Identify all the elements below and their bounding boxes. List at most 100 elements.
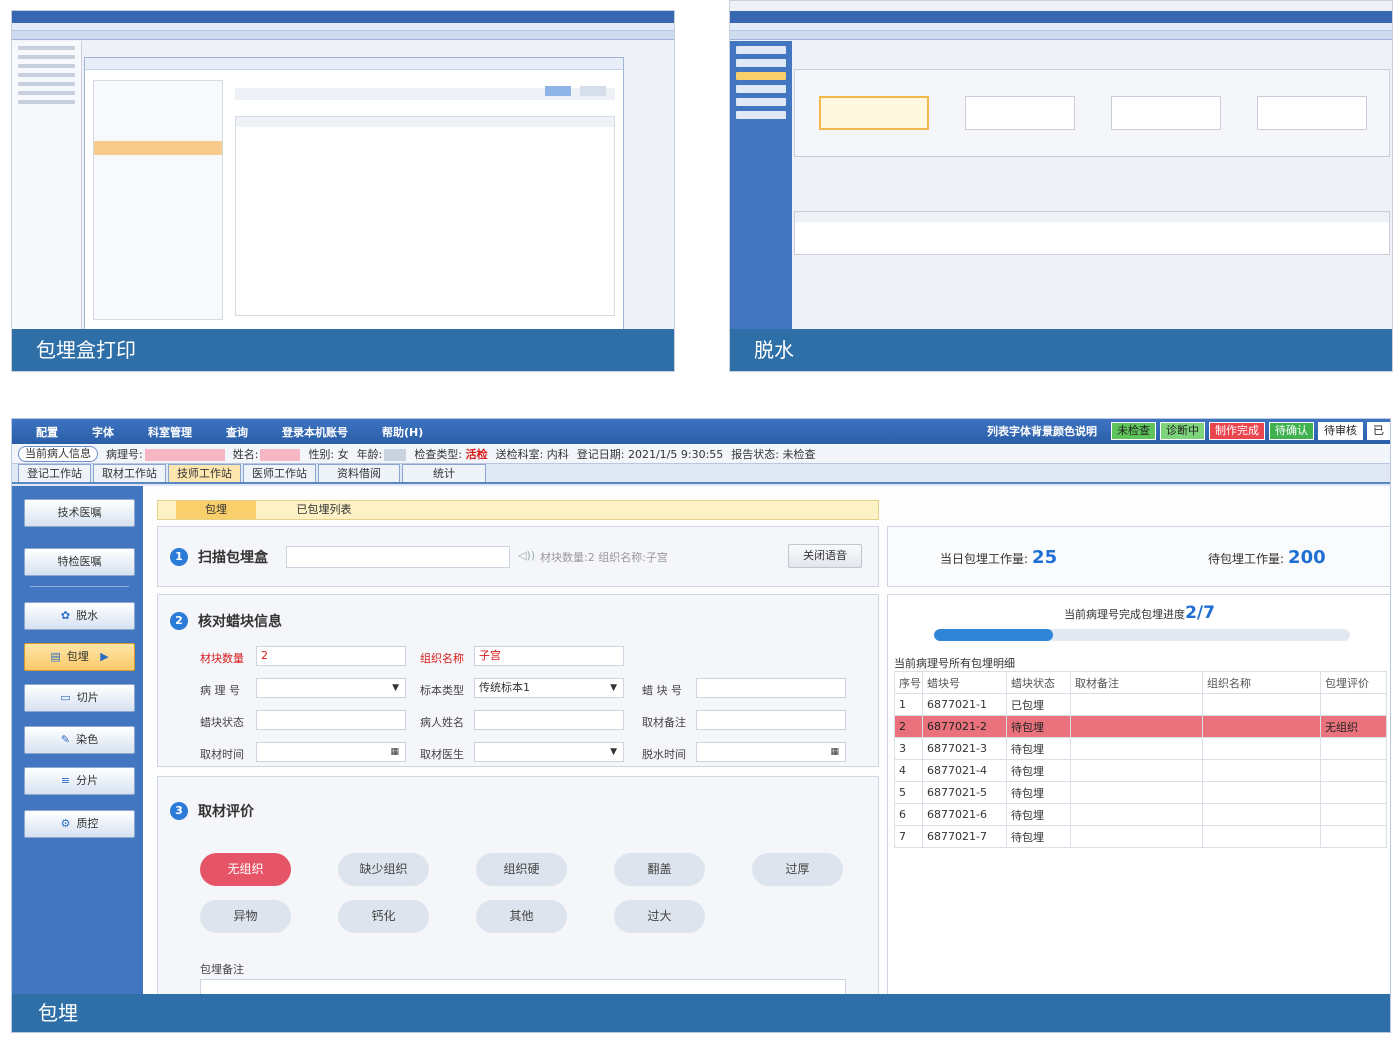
eval-option-other[interactable]: 其他	[476, 900, 567, 933]
tab-technician[interactable]: 技师工作站	[168, 464, 241, 482]
table-row[interactable]: 6 6877021-6 待包埋	[894, 803, 1387, 826]
table-row[interactable]: 3 6877021-3 待包埋	[894, 737, 1387, 760]
sidebar-item-dispatch[interactable]: ≡ 分片	[24, 767, 135, 795]
tab-registration[interactable]: 登记工作站	[18, 464, 91, 482]
subtab-embedded-list[interactable]: 已包埋列表	[264, 501, 384, 519]
masked-case-no	[144, 448, 225, 461]
step-number: 1	[170, 548, 188, 566]
sidebar-item-quality[interactable]: ⚙ 质控	[24, 810, 135, 838]
eval-option-missing-tissue[interactable]: 缺少组织	[338, 853, 429, 886]
sample-type-label: 标本类型	[420, 684, 464, 697]
status-badge: 待确认	[1269, 422, 1314, 440]
dehydration-time-label: 脱水时间	[642, 748, 686, 761]
table-cell	[1202, 825, 1321, 848]
table-cell	[1070, 737, 1203, 760]
scan-cassette-input[interactable]	[286, 546, 510, 568]
table-cell	[1320, 737, 1387, 760]
stats-panel: 当日包埋工作量: 25 待包埋工作量: 200	[887, 526, 1390, 587]
legend-title: 列表字体背景颜色说明	[987, 425, 1097, 438]
sidebar-item-label: 技术医嘱	[57, 506, 102, 519]
grossing-note-label: 取材备注	[642, 716, 686, 729]
tab-borrow[interactable]: 资料借阅	[318, 464, 400, 482]
table-row[interactable]: 4 6877021-4 待包埋	[894, 759, 1387, 782]
column-header: 蜡块号	[922, 671, 1007, 694]
dehydration-time-field[interactable]: ▦	[696, 742, 846, 762]
grossing-time-field[interactable]: ▦	[256, 742, 406, 762]
status-badge: 诊断中	[1160, 422, 1205, 440]
verify-panel: 2 核对蜡块信息 材块数量 2 组织名称 子宫 病 理 号 ▼ 标本类型 传统标…	[157, 594, 879, 767]
grossing-doctor-select[interactable]: ▼	[474, 742, 624, 762]
sectioning-icon: ▭	[60, 691, 71, 704]
eval-option-no-tissue[interactable]: 无组织	[200, 853, 291, 886]
table-cell	[1320, 759, 1387, 782]
tab-grossing[interactable]: 取材工作站	[93, 464, 166, 482]
report-status-value: 报告状态: 未检查	[731, 447, 816, 461]
case-no-select[interactable]: ▼	[256, 678, 406, 698]
eval-option-too-thick[interactable]: 过厚	[752, 853, 843, 886]
block-count-value: 2	[261, 649, 268, 662]
menu-query[interactable]: 查询	[226, 424, 248, 440]
table-cell: 5	[894, 781, 923, 804]
table-cell: 待包埋	[1006, 737, 1071, 760]
calendar-icon[interactable]: ▦	[830, 743, 839, 761]
column-header: 取材备注	[1070, 671, 1203, 694]
block-status-field[interactable]	[256, 710, 406, 730]
progress-label: 当前病理号完成包埋进度	[1064, 608, 1186, 621]
table-cell: 6	[894, 803, 923, 826]
menu-dept[interactable]: 科室管理	[148, 424, 192, 440]
sidebar-item-special-orders[interactable]: 特检医嘱	[24, 548, 135, 576]
status-badge: 制作完成	[1209, 422, 1265, 440]
eval-option-foreign-body[interactable]: 异物	[200, 900, 291, 933]
chevron-down-icon: ▼	[610, 747, 617, 757]
thumb-caption: 脱水	[730, 329, 1392, 371]
table-row[interactable]: 2 6877021-2 待包埋 无组织	[894, 715, 1387, 738]
thumb-left-panel	[12, 41, 82, 331]
detail-title: 当前病理号所有包埋明细	[894, 657, 1015, 670]
sidebar-divider	[30, 586, 129, 587]
scan-title: 扫描包埋盒	[198, 550, 268, 566]
dispatch-icon: ≡	[60, 774, 71, 787]
block-count-label: 材块数量	[200, 652, 244, 665]
progress-text: 当前病理号完成包埋进度2/7	[888, 603, 1390, 623]
dehydration-icon: ✿	[60, 609, 71, 622]
masked-name	[260, 448, 301, 461]
table-cell: 6877021-5	[922, 781, 1007, 804]
patient-name-field[interactable]	[474, 710, 624, 730]
table-cell: 3	[894, 737, 923, 760]
tab-statistics[interactable]: 统计	[402, 464, 486, 482]
eval-option-lid-flip[interactable]: 翻盖	[614, 853, 705, 886]
table-cell	[1320, 781, 1387, 804]
close-sound-button[interactable]: 关闭语音	[788, 544, 862, 568]
calendar-icon[interactable]: ▦	[390, 743, 399, 761]
progress-fill	[934, 629, 1053, 641]
block-no-field[interactable]	[696, 678, 846, 698]
menu-help[interactable]: 帮助(H)	[382, 424, 423, 440]
block-count-field[interactable]: 2	[256, 646, 406, 666]
menu-font[interactable]: 字体	[92, 424, 114, 440]
menu-login[interactable]: 登录本机账号	[282, 424, 348, 440]
eval-option-calcification[interactable]: 钙化	[338, 900, 429, 933]
sidebar-item-staining[interactable]: ✎ 染色	[24, 726, 135, 754]
sidebar-item-sectioning[interactable]: ▭ 切片	[24, 684, 135, 712]
sample-type-select[interactable]: 传统标本1 ▼	[474, 678, 624, 698]
masked-age	[384, 448, 407, 461]
sidebar-item-embedding[interactable]: ▤ 包埋 ▶	[24, 643, 135, 671]
subtab-embedding[interactable]: 包埋	[176, 501, 256, 519]
today-workload-label: 当日包埋工作量:	[940, 552, 1029, 566]
grossing-note-field[interactable]	[696, 710, 846, 730]
thumb-menubar	[730, 11, 1392, 23]
sidebar-item-tech-orders[interactable]: 技术医嘱	[24, 499, 135, 527]
table-row[interactable]: 7 6877021-7 待包埋	[894, 825, 1387, 848]
eval-option-too-large[interactable]: 过大	[614, 900, 705, 933]
sidebar-item-label: 包埋	[66, 650, 89, 663]
tab-physician[interactable]: 医师工作站	[243, 464, 316, 482]
table-row[interactable]: 5 6877021-5 待包埋	[894, 781, 1387, 804]
table-cell: 6877021-2	[922, 715, 1007, 738]
table-cell	[1320, 693, 1387, 716]
table-row[interactable]: 1 6877021-1 已包埋	[894, 693, 1387, 716]
eval-option-hard-tissue[interactable]: 组织硬	[476, 853, 567, 886]
sidebar-item-dehydration[interactable]: ✿ 脱水	[24, 602, 135, 630]
verify-title: 核对蜡块信息	[198, 614, 282, 630]
menu-config[interactable]: 配置	[36, 424, 58, 440]
tissue-name-field[interactable]: 子宫	[474, 646, 624, 666]
